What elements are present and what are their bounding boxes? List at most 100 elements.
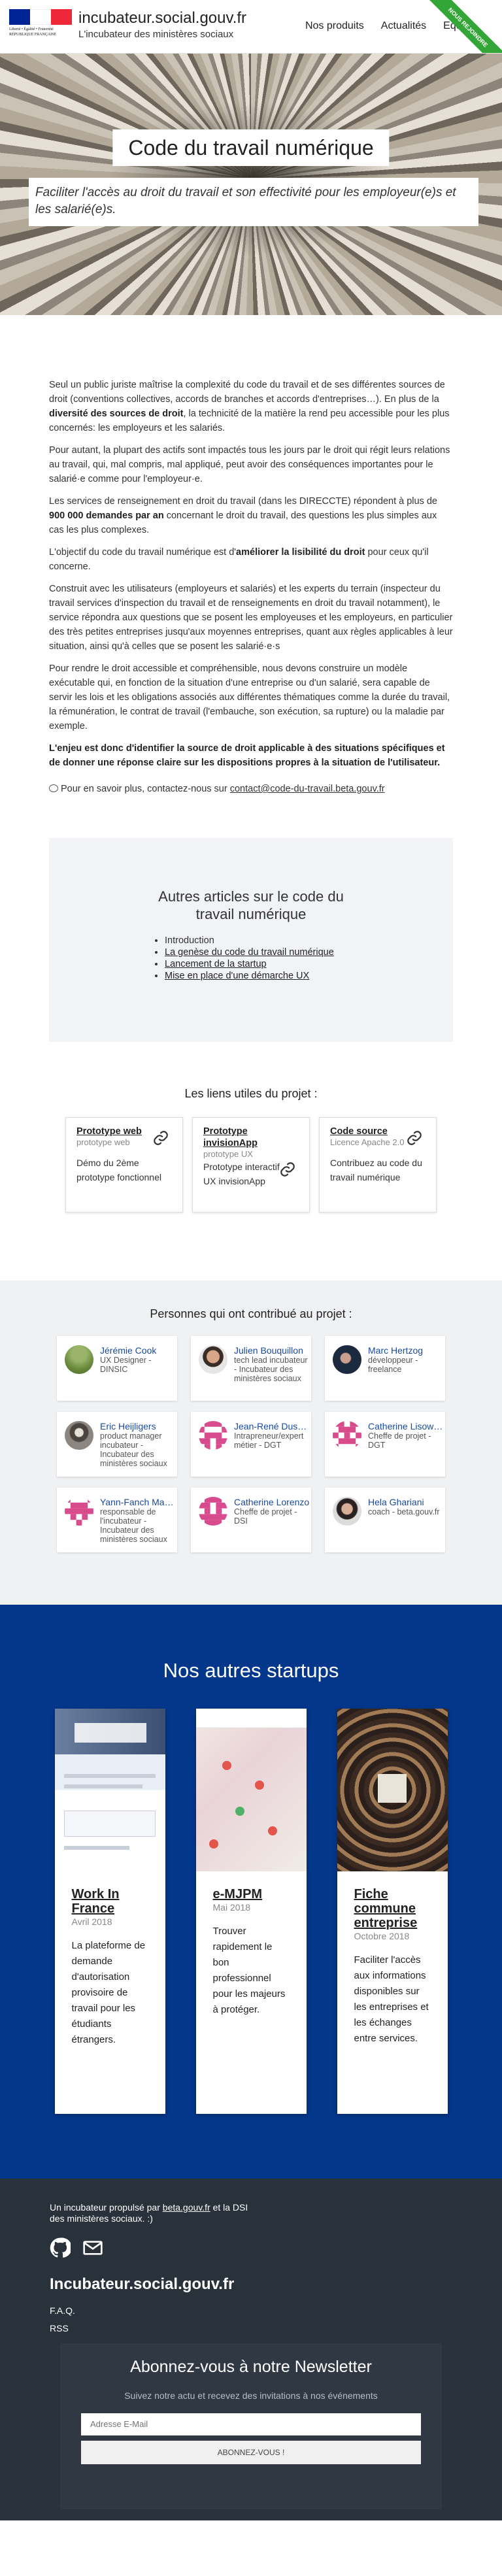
logo-text: Liberté • Égalité • Fraternité RÉPUBLIQU… xyxy=(9,27,57,37)
person-card[interactable]: Catherine Lorenzo Cheffe de projet - DSI xyxy=(191,1488,311,1552)
startup-title[interactable]: Fiche commune entreprise xyxy=(354,1887,431,1930)
person-role: product manager incubateur - Incubateur … xyxy=(100,1431,167,1468)
startup-title[interactable]: e-MJPM xyxy=(213,1887,290,1901)
footer-brand[interactable]: Incubateur.social.gouv.fr xyxy=(50,2273,452,2296)
startups-title: Nos autres startups xyxy=(163,1659,339,1682)
person-role: UX Designer - DINSIC xyxy=(100,1356,152,1374)
newsletter-title: Abonnez-vous à notre Newsletter xyxy=(130,2358,372,2376)
link-card-description: Contribuez au code du travail numérique xyxy=(330,1158,422,1182)
avatar xyxy=(65,1421,93,1450)
newsletter-subtitle: Suivez notre actu et recevez des invitat… xyxy=(124,2390,378,2401)
site-subtitle: L'incubateur des ministères sociaux xyxy=(78,29,234,40)
link-card-title[interactable]: Code source xyxy=(330,1126,409,1137)
startup-description: La plateforme de demande d'autorisation … xyxy=(71,1939,146,2045)
link-card-description: Démo du 2ème prototype fonctionnel xyxy=(76,1158,161,1182)
person-name[interactable]: Jean-René Duscher xyxy=(234,1421,310,1431)
person-name[interactable]: Hela Ghariani xyxy=(368,1497,444,1507)
rss-link[interactable]: RSS xyxy=(50,2322,452,2335)
person-card[interactable]: Jérémie Cook UX Designer - DINSIC xyxy=(57,1336,177,1401)
email-field[interactable] xyxy=(81,2413,421,2435)
beta-gouv-link[interactable]: beta.gouv.fr xyxy=(163,2202,210,2213)
person-role: Intrapreneur/expert métier - DGT xyxy=(234,1431,304,1450)
paragraph: Les services de renseignement en droit d… xyxy=(49,496,437,535)
other-startups-section: Nos autres startups Work In France Avril… xyxy=(0,1605,502,2179)
person-name[interactable]: Catherine Lisowski xyxy=(368,1421,444,1431)
list-item: Introduction xyxy=(165,935,349,946)
person-role: Cheffe de projet - DSI xyxy=(234,1507,297,1526)
subscribe-button[interactable]: ABONNEZ-VOUS ! xyxy=(81,2440,421,2464)
startup-title[interactable]: Work In France xyxy=(72,1887,148,1916)
site-title[interactable]: incubateur.social.gouv.fr xyxy=(78,9,246,27)
nav-products[interactable]: Nos produits xyxy=(305,18,364,34)
person-role: développeur - freelance xyxy=(368,1356,418,1374)
link-icon xyxy=(407,1131,422,1145)
article-link[interactable]: Mise en place d'une démarche UX xyxy=(165,971,309,981)
identicon-avatar xyxy=(199,1497,227,1526)
link-card[interactable]: Prototype web prototype web Démo du 2ème… xyxy=(65,1117,183,1213)
paragraph: L'enjeu est donc d'identifier la source … xyxy=(49,743,445,768)
list-item[interactable]: La genèse du code du travail numérique xyxy=(165,946,349,958)
nav-news[interactable]: Actualités xyxy=(381,18,426,34)
startup-card[interactable]: Fiche commune entreprise Octobre 2018 Fa… xyxy=(337,1708,448,2114)
paragraph: Seul un public juriste maîtrise la compl… xyxy=(49,380,450,433)
link-card-title[interactable]: Prototype web xyxy=(76,1126,155,1137)
contributors-grid: Jérémie Cook UX Designer - DINSIC Julien … xyxy=(57,1336,445,1552)
paragraph: L'objectif du code du travail numérique … xyxy=(49,547,429,572)
contact-line: Pour en savoir plus, contactez-nous sur … xyxy=(49,782,453,796)
person-name[interactable]: Yann-Fanch Maneau xyxy=(100,1497,176,1507)
person-name[interactable]: Julien Bouquillon xyxy=(234,1345,310,1356)
person-card[interactable]: Jean-René Duscher Intrapreneur/expert mét… xyxy=(191,1412,311,1477)
list-item[interactable]: Mise en place d'une démarche UX xyxy=(165,970,349,982)
site-footer: Un incubateur propulsé par beta.gouv.fr … xyxy=(0,2179,502,2520)
page-title: Code du travail numérique xyxy=(112,129,390,166)
hero-banner: Code du travail numérique Faciliter l'ac… xyxy=(0,54,502,315)
link-card[interactable]: Prototype invisionApp prototype UX Proto… xyxy=(192,1117,310,1213)
article-link[interactable]: Lancement de la startup xyxy=(165,959,267,969)
other-articles-list: Introduction La genèse du code du travai… xyxy=(153,935,349,982)
person-card[interactable]: Catherine Lisowski Cheffe de projet - DGT xyxy=(325,1412,445,1477)
person-name[interactable]: Jérémie Cook xyxy=(100,1345,176,1356)
startup-date: Octobre 2018 xyxy=(354,1930,410,1941)
startup-screenshot xyxy=(54,1708,165,1871)
article-link[interactable]: La genèse du code du travail numérique xyxy=(165,947,334,958)
person-name[interactable]: Eric Heijligers xyxy=(100,1421,176,1431)
startup-card[interactable]: Work In France Avril 2018 La plateforme … xyxy=(54,1708,165,2114)
person-card[interactable]: Hela Ghariani coach - beta.gouv.fr xyxy=(325,1488,445,1552)
person-role: coach - beta.gouv.fr xyxy=(368,1507,440,1516)
contact-email-link[interactable]: contact@code-du-travail.beta.gouv.fr xyxy=(230,784,385,794)
person-role: responsable de l'incubateur - Incubateur… xyxy=(100,1507,167,1544)
startup-card[interactable]: e-MJPM Mai 2018 Trouver rapidement le bo… xyxy=(195,1708,307,2114)
paragraph: Pour autant, la plupart des actifs sont … xyxy=(49,445,450,484)
person-card[interactable]: Marc Hertzog développeur - freelance xyxy=(325,1336,445,1401)
avatar xyxy=(65,1345,93,1374)
link-icon xyxy=(154,1131,168,1145)
person-card[interactable]: Yann-Fanch Maneauresponsable de l'incuba… xyxy=(57,1488,177,1552)
other-articles-title: Autres articles sur le code du travail n… xyxy=(158,888,344,922)
identicon-avatar xyxy=(199,1421,227,1450)
link-card[interactable]: Code source Licence Apache 2.0 Contribue… xyxy=(319,1117,437,1213)
person-card[interactable]: Julien Bouquillon tech lead incubateur - … xyxy=(191,1336,311,1401)
contributors-section: Personnes qui ont contribué au projet : … xyxy=(0,1280,502,1605)
person-role: tech lead incubateur - Incubateur des mi… xyxy=(234,1356,308,1383)
marianne-logo[interactable]: Liberté • Égalité • Fraternité RÉPUBLIQU… xyxy=(9,9,72,44)
identicon-avatar xyxy=(333,1421,361,1450)
list-item[interactable]: Lancement de la startup xyxy=(165,958,349,970)
page-description: Faciliter l'accès au droit du travail et… xyxy=(29,178,478,226)
github-icon[interactable] xyxy=(50,2237,71,2258)
avatar xyxy=(333,1497,361,1526)
faq-link[interactable]: F.A.Q. xyxy=(50,2304,452,2318)
startup-date: Avril 2018 xyxy=(71,1916,112,1927)
startups-list: Work In France Avril 2018 La plateforme … xyxy=(0,1708,502,2114)
site-header: Liberté • Égalité • Fraternité RÉPUBLIQU… xyxy=(0,0,502,54)
avatar xyxy=(199,1345,227,1374)
startup-description: Faciliter l'accès aux informations dispo… xyxy=(354,1954,429,2044)
link-card-title[interactable]: Prototype invisionApp xyxy=(203,1126,282,1149)
startup-description: Trouver rapidement le bon professionnel … xyxy=(212,1925,286,2015)
person-card[interactable]: Eric Heijligers product manager incubateu… xyxy=(57,1412,177,1477)
person-name[interactable]: Marc Hertzog xyxy=(368,1345,444,1356)
email-icon[interactable] xyxy=(82,2237,103,2258)
useful-links: Prototype web prototype web Démo du 2ème… xyxy=(0,1117,502,1213)
other-articles-panel: Autres articles sur le code du travail n… xyxy=(49,838,453,1042)
person-name[interactable]: Catherine Lorenzo xyxy=(234,1497,310,1507)
person-role: Cheffe de projet - DGT xyxy=(368,1431,431,1450)
